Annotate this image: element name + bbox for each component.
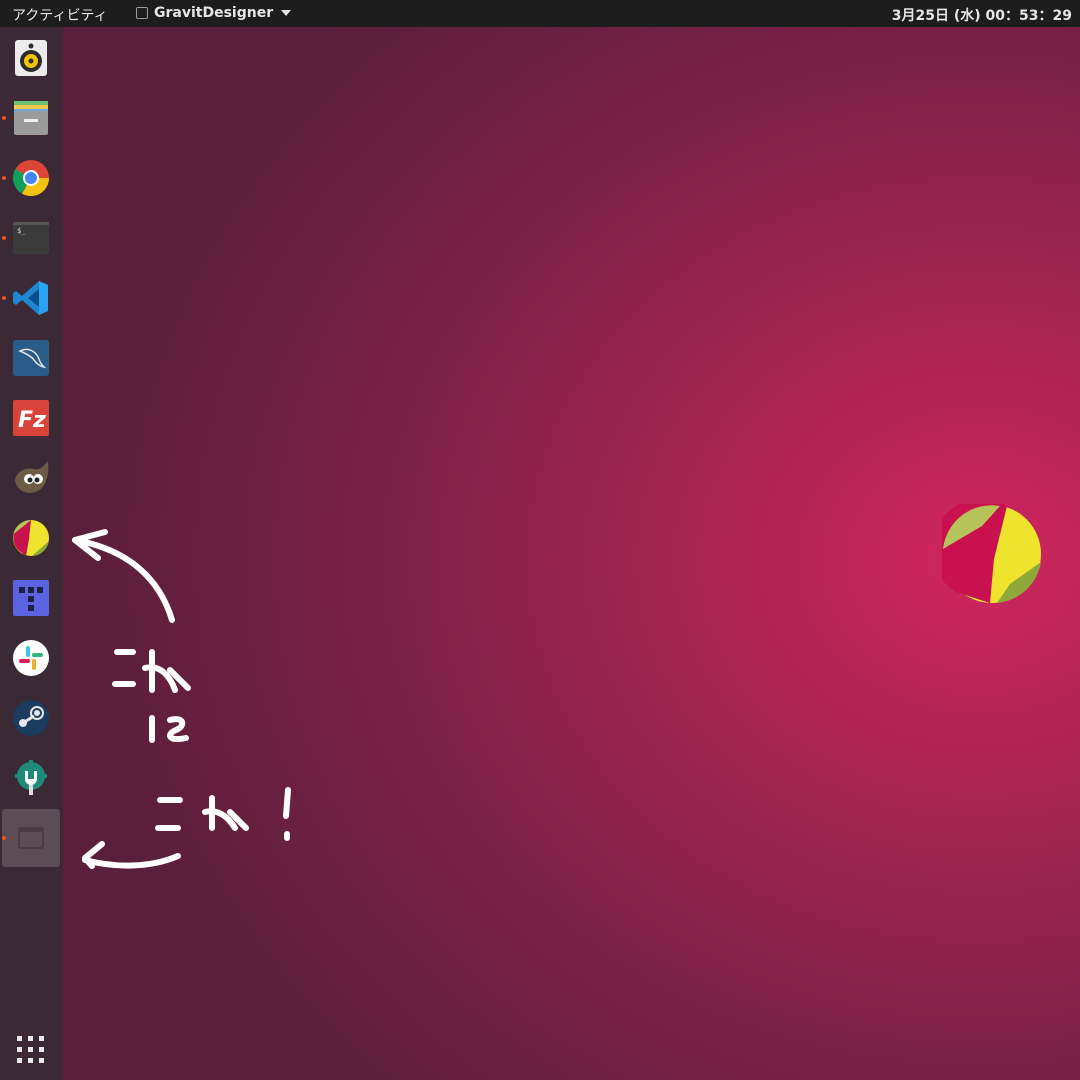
hand-kore-1: [112, 649, 191, 693]
app-menu-label: GravitDesigner: [154, 5, 274, 21]
desktop-gravit-designer-icon[interactable]: [942, 504, 1042, 604]
software-properties-icon: [15, 760, 47, 795]
running-indicator: [2, 116, 6, 120]
tableplus-icon: [13, 580, 49, 616]
running-indicator: [2, 176, 6, 180]
mysql-workbench-icon: [13, 340, 49, 376]
dock-item-rhythmbox[interactable]: [2, 29, 60, 87]
files-icon: [14, 101, 48, 135]
activities-button[interactable]: アクティビティ: [12, 5, 108, 25]
dock-item-generic-window[interactable]: [2, 809, 60, 867]
dock-item-files[interactable]: [2, 89, 60, 147]
running-indicator: [2, 296, 6, 300]
top-bar: アクティビティ GravitDesigner 3月25日 (水) 00：53：2…: [0, 0, 1080, 27]
dock: $_ Fz: [0, 27, 63, 1080]
gravit-designer-icon: [13, 520, 49, 556]
filezilla-icon: Fz: [13, 400, 49, 436]
gimp-icon: [15, 461, 49, 493]
slack-icon: [13, 640, 49, 676]
hand-is: [149, 715, 189, 743]
generic-window-icon: [18, 827, 44, 849]
terminal-icon: $_: [13, 222, 49, 254]
show-applications-button[interactable]: [2, 1021, 60, 1079]
chrome-icon: [12, 160, 50, 197]
rhythmbox-icon: [15, 40, 47, 76]
dock-item-gravit-designer[interactable]: [2, 509, 60, 567]
dock-item-filezilla[interactable]: Fz: [2, 389, 60, 447]
svg-text:Fz: Fz: [18, 408, 46, 433]
vscode-icon: [13, 281, 48, 315]
dock-item-terminal[interactable]: $_: [2, 209, 60, 267]
hand-kore-2: [155, 787, 291, 841]
svg-text:$_: $_: [17, 227, 26, 235]
dock-item-gimp[interactable]: [2, 449, 60, 507]
dock-item-chrome[interactable]: [2, 149, 60, 207]
lower-arrow-shaft: [82, 853, 181, 869]
running-indicator: [2, 836, 6, 840]
lower-arrow-head: [82, 841, 105, 869]
upper-arrow-head: [72, 529, 108, 561]
handwritten-annotation: [72, 529, 291, 869]
upper-arrow-shaft: [72, 537, 175, 623]
app-window-icon: [136, 7, 148, 19]
running-indicator: [2, 236, 6, 240]
dock-item-slack[interactable]: [2, 629, 60, 687]
dock-item-vscode[interactable]: [2, 269, 60, 327]
app-menu[interactable]: GravitDesigner: [136, 5, 292, 21]
dock-item-software-properties[interactable]: [2, 749, 60, 807]
dock-item-tableplus[interactable]: [2, 569, 60, 627]
dock-item-mysql-workbench[interactable]: [2, 329, 60, 387]
dock-item-steam[interactable]: [2, 689, 60, 747]
app-grid-icon: [17, 1036, 44, 1063]
clock[interactable]: 3月25日 (水) 00：53：29: [892, 5, 1072, 25]
caret-down-icon: [281, 10, 292, 16]
steam-icon: [13, 700, 49, 736]
